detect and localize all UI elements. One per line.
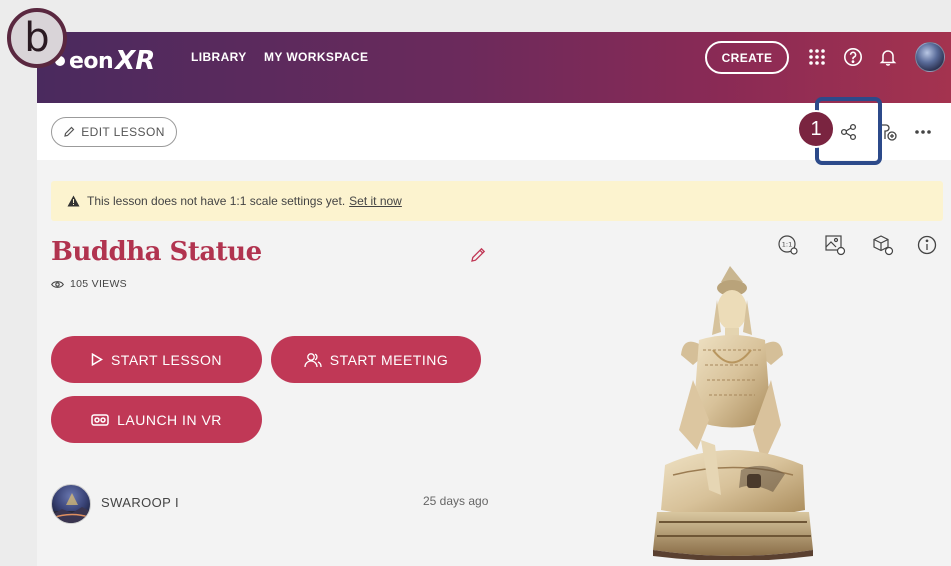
edit-lesson-button[interactable]: EDIT LESSON xyxy=(51,117,177,147)
set-it-now-link[interactable]: Set it now xyxy=(349,194,402,208)
eonxr-logo[interactable]: eon XR xyxy=(55,46,155,76)
warning-icon xyxy=(67,195,80,207)
annotation-badge-b: b xyxy=(7,8,67,68)
alert-message: This lesson does not have 1:1 scale sett… xyxy=(87,194,346,208)
eye-icon xyxy=(51,280,64,288)
users-icon xyxy=(304,352,322,367)
start-meeting-button[interactable]: START MEETING xyxy=(271,336,481,383)
logo-text: eon xyxy=(69,48,114,74)
nav-link-my-workspace[interactable]: MY WORKSPACE xyxy=(264,50,368,64)
vr-headset-icon xyxy=(91,413,109,426)
launch-in-vr-label: LAUNCH IN VR xyxy=(117,411,222,428)
author-avatar[interactable] xyxy=(51,484,91,524)
play-icon xyxy=(91,353,103,366)
image-settings-icon[interactable] xyxy=(822,232,848,258)
logo-xr-text: XR xyxy=(115,46,156,76)
help-icon[interactable] xyxy=(841,45,865,69)
launch-in-vr-button[interactable]: LAUNCH IN VR xyxy=(51,396,262,443)
scale-settings-icon[interactable]: 1:1 xyxy=(775,232,801,258)
edit-title-pencil-icon[interactable] xyxy=(469,246,489,266)
views-count: 105 VIEWS xyxy=(51,278,127,290)
start-lesson-label: START LESSON xyxy=(110,351,223,368)
model-animation-icon[interactable] xyxy=(870,232,896,258)
start-meeting-label: START MEETING xyxy=(329,351,449,368)
top-navigation-bar: eon XR LIBRARY MY WORKSPACE CREATE xyxy=(37,32,951,103)
step-callout-1: 1 xyxy=(797,110,835,148)
svg-text:1:1: 1:1 xyxy=(782,241,792,249)
buddha-statue-3d-model[interactable] xyxy=(613,260,853,561)
create-button[interactable]: CREATE xyxy=(705,41,789,74)
author-name: SWAROOP I xyxy=(101,495,180,510)
pencil-icon xyxy=(64,126,75,137)
apps-grid-icon[interactable] xyxy=(805,45,829,69)
nav-link-library[interactable]: LIBRARY xyxy=(191,50,247,64)
views-label: 105 VIEWS xyxy=(70,278,127,290)
author-date: 25 days ago xyxy=(423,494,489,508)
info-icon[interactable] xyxy=(914,232,940,258)
user-avatar[interactable] xyxy=(915,42,945,72)
notification-bell-icon[interactable] xyxy=(876,45,900,69)
more-options-icon[interactable] xyxy=(911,120,935,144)
start-lesson-button[interactable]: START LESSON xyxy=(51,336,262,383)
scale-settings-alert: This lesson does not have 1:1 scale sett… xyxy=(51,181,943,221)
edit-lesson-label: EDIT LESSON xyxy=(81,125,165,139)
lesson-title: Buddha Statue xyxy=(51,237,262,267)
